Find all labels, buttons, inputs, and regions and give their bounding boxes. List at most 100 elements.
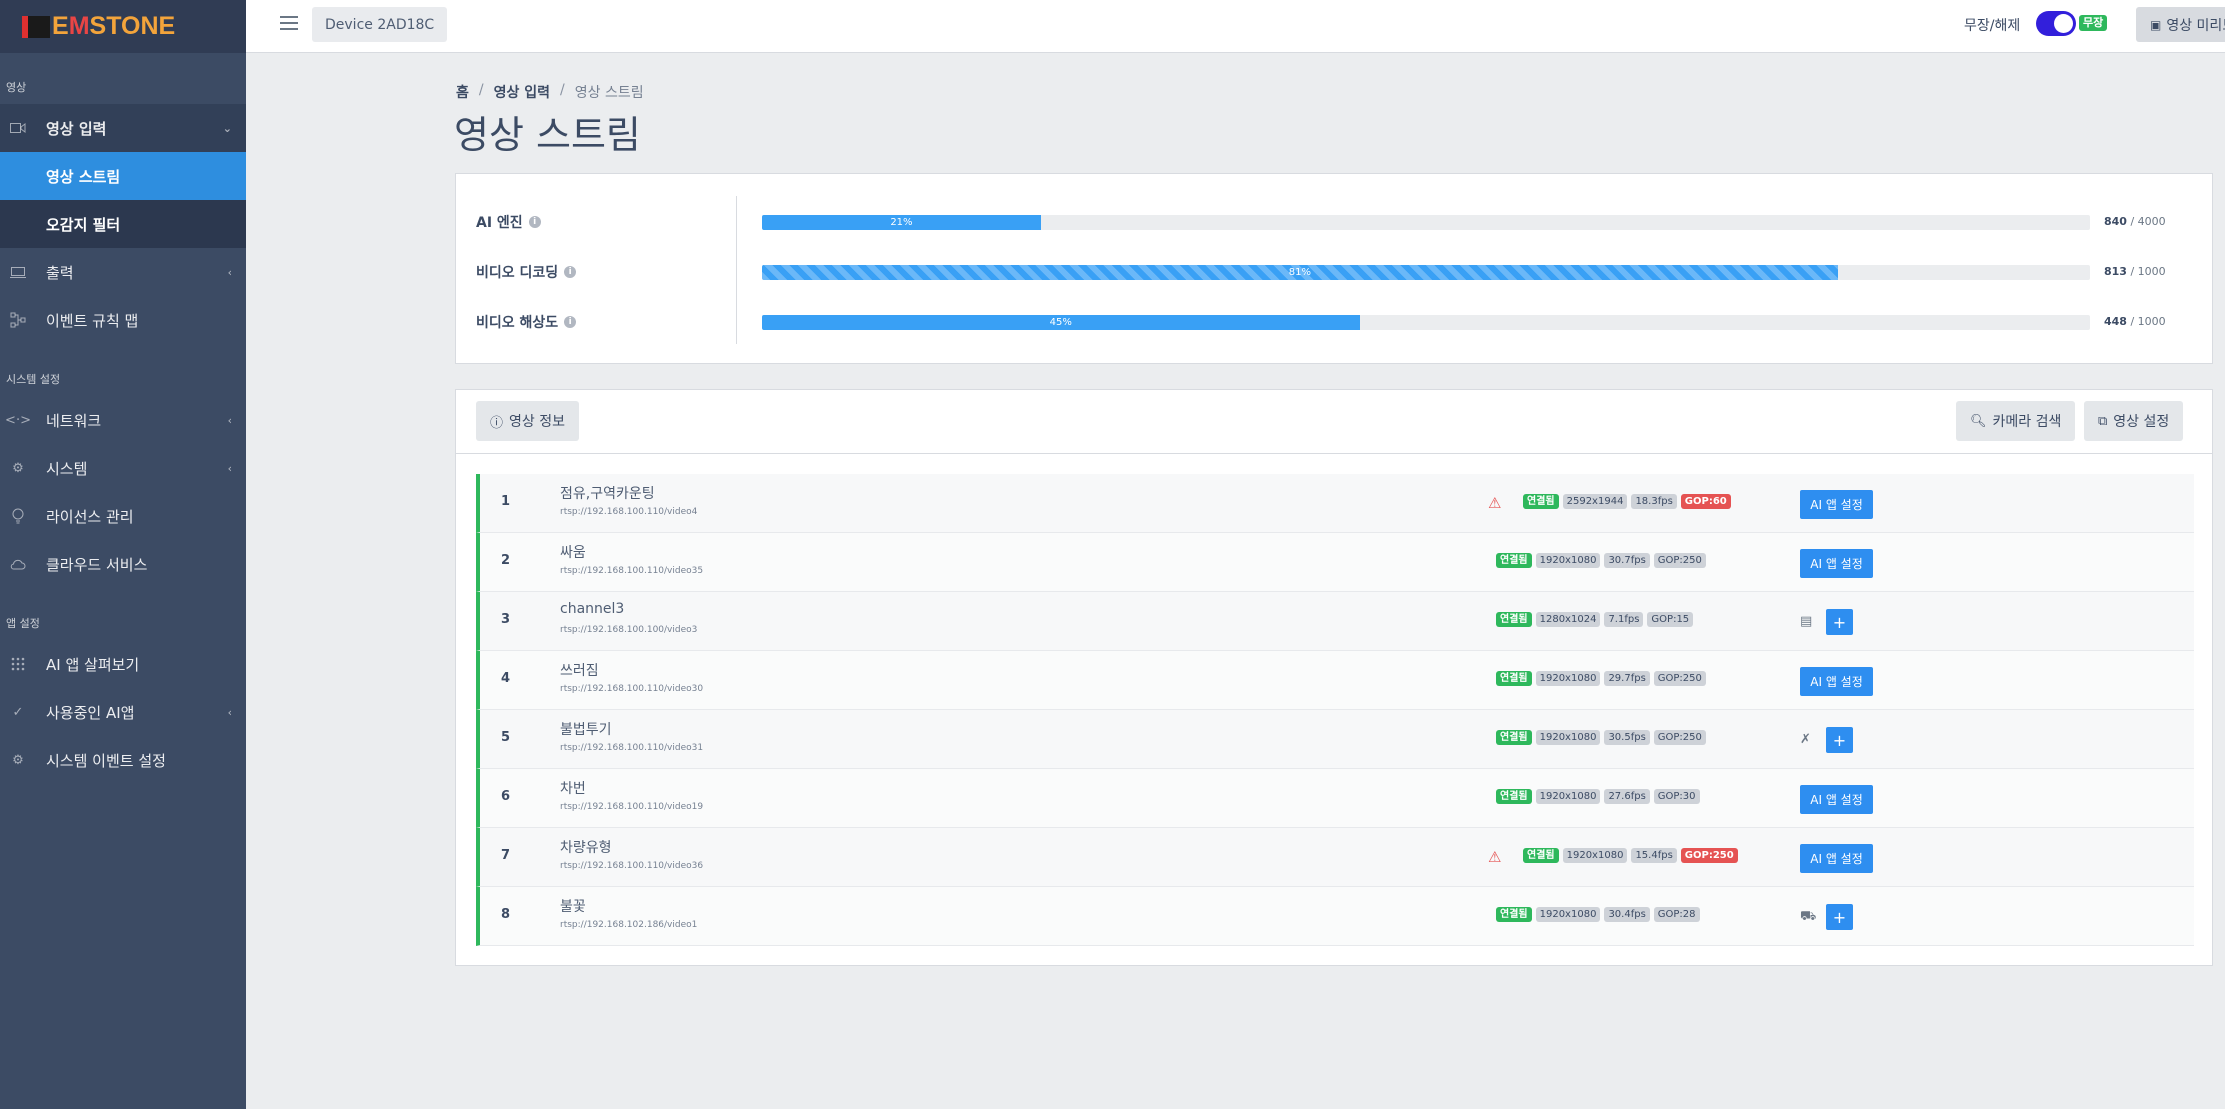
resource-label: 비디오 해상도 i	[476, 312, 577, 332]
license-plate-icon: ▤	[1800, 614, 1813, 629]
gop-badge: GOP:250	[1680, 848, 1738, 863]
monitor-icon	[10, 264, 26, 280]
fps-badge: 30.5fps	[1604, 730, 1650, 745]
add-app-button[interactable]: +	[1826, 609, 1853, 635]
connection-status-badge: 연결됨	[1496, 612, 1532, 627]
sidebar-item-label: 라이선스 관리	[46, 507, 134, 526]
stream-list-card: ⓘ 영상 정보 🔍︎ 카메라 검색 ⧉ 영상 설정 1 점유,구역카운팅 rtsp:…	[455, 389, 2213, 966]
info-icon[interactable]: i	[564, 316, 577, 328]
stream-row[interactable]: 1 점유,구역카운팅 rtsp://192.168.100.110/video4 ⚠ 연…	[476, 474, 2194, 533]
stream-index: 8	[501, 907, 511, 922]
gop-badge: GOP:250	[1653, 730, 1706, 745]
section-title-system: 시스템 설정	[6, 373, 61, 386]
info-icon[interactable]: i	[528, 216, 541, 228]
copy-icon: ⧉	[2098, 413, 2108, 429]
sidebar-item-video-input[interactable]: 영상 입력 ⌄	[0, 104, 246, 152]
stream-badges: 연결됨 1920x1080 30.7fps GOP:250	[1496, 553, 1706, 568]
sidebar-item-label: 클라우드 서비스	[46, 555, 148, 574]
fps-badge: 30.4fps	[1604, 907, 1650, 922]
stream-row[interactable]: 5 불법투기 rtsp://192.168.100.110/video31 연결됨 19…	[476, 710, 2194, 769]
sidebar-item-system-event[interactable]: ⚙ 시스템 이벤트 설정	[0, 736, 246, 784]
stream-row[interactable]: 6 차번 rtsp://192.168.100.110/video19 연결됨 1920…	[476, 769, 2194, 828]
connection-status-badge: 연결됨	[1523, 848, 1559, 863]
resource-label-text: 비디오 해상도	[476, 315, 559, 331]
sidebar-item-video-stream[interactable]: 영상 스트림	[0, 152, 246, 200]
stream-row[interactable]: 3 channel3 rtsp://192.168.100.100/video3 연결…	[476, 592, 2194, 651]
network-icon: <·>	[5, 412, 31, 428]
sidebar-item-license[interactable]: 라이선스 관리	[0, 492, 246, 540]
stream-row[interactable]: 8 불꽃 rtsp://192.168.102.186/video1 연결됨 1920x…	[476, 887, 2194, 946]
camera-search-button[interactable]: 🔍︎ 카메라 검색	[1956, 401, 2076, 441]
sidebar-item-label: 사용중인 AI앱	[46, 703, 135, 722]
video-info-label: 영상 정보	[509, 414, 565, 430]
stream-url: rtsp://192.168.102.186/video1	[560, 920, 698, 930]
breadcrumb-home[interactable]: 홈	[456, 82, 469, 102]
sidebar-item-false-alarm-filter[interactable]: 오감지 필터	[0, 200, 246, 248]
gear-icon: ⚙	[12, 752, 24, 768]
stream-index: 7	[501, 848, 511, 863]
resource-row: 비디오 해상도 i 45% 448 / 1000	[456, 310, 2212, 334]
ai-app-settings-button[interactable]: AI 앱 설정	[1800, 844, 1873, 873]
ai-app-settings-button[interactable]: AI 앱 설정	[1800, 667, 1873, 696]
ai-app-settings-button[interactable]: AI 앱 설정	[1800, 785, 1873, 814]
sidebar-item-ai-app-in-use[interactable]: ✓ 사용중인 AI앱 ‹	[0, 688, 246, 736]
breadcrumb: 홈 / 영상 입력 / 영상 스트림	[456, 82, 644, 102]
sidebar-item-event-rule-map[interactable]: 이벤트 규칙 맵	[0, 296, 246, 344]
stream-index: 6	[501, 789, 511, 804]
ai-app-settings-button[interactable]: AI 앱 설정	[1800, 549, 1873, 578]
add-app-button[interactable]: +	[1826, 727, 1853, 753]
resource-progress-bar: 81%	[762, 265, 2090, 280]
vehicle-icon: ⛟	[1800, 909, 1817, 924]
brand-logo[interactable]: EMSTONE	[0, 0, 246, 53]
resource-progress-bar: 45%	[762, 315, 2090, 330]
stream-url: rtsp://192.168.100.110/video35	[560, 566, 704, 576]
hamburger-menu-icon[interactable]	[280, 16, 298, 30]
stream-url: rtsp://192.168.100.110/video4	[560, 507, 698, 517]
stream-row[interactable]: 2 싸움 rtsp://192.168.100.110/video35 연결됨 1920…	[476, 533, 2194, 592]
gear-icon: ⚙	[12, 460, 24, 476]
resolution-badge: 1280x1024	[1535, 612, 1601, 627]
sidebar-item-system[interactable]: ⚙ 시스템 ‹	[0, 444, 246, 492]
video-preview-button[interactable]: ▣ 영상 미리보기	[2136, 7, 2225, 42]
section-title-video: 영상	[6, 81, 27, 94]
resource-label: 비디오 디코딩 i	[476, 262, 577, 282]
connection-status-badge: 연결됨	[1496, 907, 1532, 922]
search-icon: 🔍︎	[1970, 413, 1987, 429]
resource-label: AI 엔진 i	[476, 212, 541, 232]
warning-icon[interactable]: ⚠	[1488, 848, 1501, 866]
ai-app-settings-button[interactable]: AI 앱 설정	[1800, 490, 1873, 519]
monitor-icon: ▣	[2150, 17, 2162, 32]
device-name-chip: Device 2AD18C	[312, 7, 448, 42]
stream-index: 3	[501, 612, 511, 627]
stream-badges: 연결됨 1920x1080 30.5fps GOP:250	[1496, 730, 1706, 745]
connection-status-badge: 연결됨	[1523, 494, 1559, 509]
top-header: Device 2AD18C 무장/해제 무장 ▣ 영상 미리보기	[246, 0, 2225, 53]
arm-status-badge: 무장	[2079, 15, 2108, 31]
stream-name: 차량유형	[560, 840, 612, 856]
stream-badges: 연결됨 1920x1080 27.6fps GOP:30	[1496, 789, 1700, 804]
chevron-left-icon: ‹	[227, 265, 232, 279]
info-icon: ⓘ	[490, 415, 504, 431]
warning-icon[interactable]: ⚠	[1488, 494, 1501, 512]
stream-row[interactable]: 4 쓰러짐 rtsp://192.168.100.110/video30 연결됨 192…	[476, 651, 2194, 710]
video-info-button[interactable]: ⓘ 영상 정보	[476, 401, 579, 441]
resource-progress-bar: 21%	[762, 215, 2090, 230]
chevron-left-icon: ‹	[227, 461, 232, 475]
sidebar-item-label: 영상 입력	[46, 119, 107, 138]
resource-max: / 4000	[2130, 215, 2166, 228]
info-icon[interactable]: i	[564, 266, 577, 278]
add-app-button[interactable]: +	[1826, 904, 1853, 930]
sidebar-item-cloud[interactable]: 클라우드 서비스	[0, 540, 246, 588]
sidebar-item-output[interactable]: 출력 ‹	[0, 248, 246, 296]
sidebar-item-ai-app-browse[interactable]: AI 앱 살펴보기	[0, 640, 246, 688]
stream-row[interactable]: 7 차량유형 rtsp://192.168.100.110/video36 ⚠ 연결됨 1…	[476, 828, 2194, 887]
arm-toggle-label: 무장/해제	[1964, 18, 2021, 34]
sidebar-item-network[interactable]: <·> 네트워크 ‹	[0, 396, 246, 444]
breadcrumb-video-input[interactable]: 영상 입력	[494, 82, 550, 102]
arm-toggle-switch[interactable]	[2036, 11, 2076, 36]
resolution-badge: 1920x1080	[1535, 553, 1601, 568]
video-settings-button[interactable]: ⧉ 영상 설정	[2084, 401, 2184, 441]
resource-max: / 1000	[2130, 315, 2166, 328]
lightbulb-icon	[10, 508, 26, 524]
stream-index: 1	[501, 494, 511, 509]
